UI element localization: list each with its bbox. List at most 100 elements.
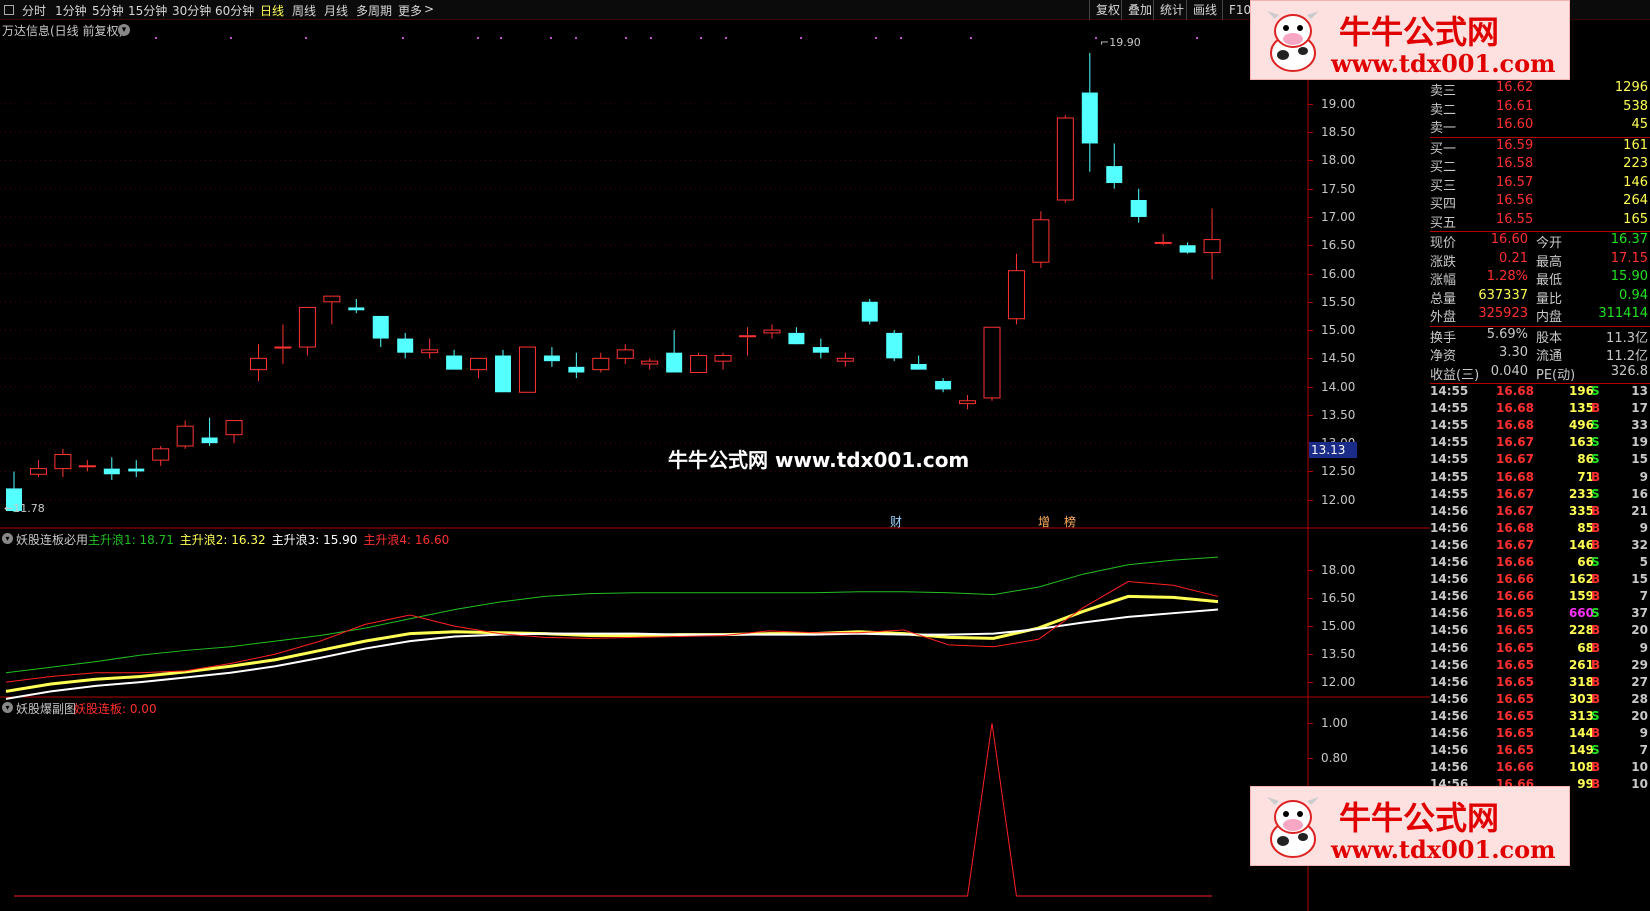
tick-count: 15 xyxy=(1631,452,1648,467)
period-tab-10[interactable]: 更多 xyxy=(398,2,422,19)
candle-body xyxy=(910,364,927,370)
bid-row[interactable]: 买一 16.59 161 xyxy=(1430,138,1650,157)
bid-row[interactable]: 买二 16.58 223 xyxy=(1430,156,1650,175)
period-tab-2[interactable]: 5分钟 xyxy=(92,2,124,19)
ask-row[interactable]: 卖二 16.61 538 xyxy=(1430,99,1650,118)
indicator1-y-tick: 13.50 xyxy=(1321,647,1356,662)
tick-side: S xyxy=(1591,606,1600,621)
tick-count: 5 xyxy=(1639,555,1648,569)
low-price-marker: ←11.78 xyxy=(4,502,45,515)
watermark-bottom-url: www.tdx001.com xyxy=(1331,835,1556,864)
toolbar-menu-icon[interactable] xyxy=(4,5,14,15)
ask-price: 16.62 xyxy=(1496,80,1534,95)
main-y-tick: 17.50 xyxy=(1321,181,1356,196)
candle-body xyxy=(1179,245,1196,253)
quote-label: 最低 xyxy=(1536,273,1563,288)
event-marker-finance[interactable]: 财 xyxy=(890,513,902,530)
top-dot-marker xyxy=(725,37,727,39)
tick-time: 14:56 xyxy=(1430,760,1469,775)
tick-count: 27 xyxy=(1631,674,1648,689)
ask-price: 16.60 xyxy=(1496,117,1534,132)
tick-time: 14:56 xyxy=(1430,743,1469,758)
candle-body xyxy=(250,357,267,371)
candle-body xyxy=(495,355,511,393)
tick-count: 7 xyxy=(1639,743,1648,758)
bid-row[interactable]: 买四 16.56 264 xyxy=(1430,193,1650,212)
tick-count: 37 xyxy=(1631,606,1648,621)
axis-tick xyxy=(1308,216,1313,218)
indicator1-y-tick: 12.00 xyxy=(1321,675,1356,690)
quote-row: 涨跌 0.21 最高 17.15 xyxy=(1430,250,1650,270)
tick-count: 28 xyxy=(1631,691,1648,706)
tick-price: 16.67 xyxy=(1496,452,1534,467)
axis-tick xyxy=(1308,132,1313,134)
fundamental-row: 换手 5.69% 股本 11.3亿 xyxy=(1430,327,1650,346)
period-tab-3[interactable]: 15分钟 xyxy=(128,2,167,19)
quote-label: 涨幅 xyxy=(1430,273,1457,288)
tick-count: 9 xyxy=(1639,469,1648,484)
indicator1-line xyxy=(5,581,1219,683)
candle-body xyxy=(446,355,463,370)
low-price-value: 11.78 xyxy=(13,502,45,515)
top-dot-marker xyxy=(625,37,627,39)
trade-tick-row: 14:55 16.68 196 S 13 xyxy=(1430,384,1650,402)
toolbar-button-3[interactable]: 画线 xyxy=(1186,0,1223,20)
bid-volume: 223 xyxy=(1623,156,1648,171)
quote-value: 17.15 xyxy=(1610,250,1648,266)
top-dot-marker xyxy=(230,37,232,39)
fundamental-label: 收益(三) xyxy=(1430,367,1480,383)
event-marker-list[interactable]: 榜 xyxy=(1064,513,1076,530)
tick-side: B xyxy=(1591,760,1601,775)
candle-body xyxy=(886,332,903,359)
tick-time: 14:55 xyxy=(1430,486,1469,501)
indicator2-line xyxy=(14,723,1213,897)
top-dot-marker xyxy=(305,37,307,39)
tick-count: 10 xyxy=(1631,777,1648,792)
event-marker-increase[interactable]: 增 xyxy=(1038,513,1050,530)
more-chevron-icon[interactable]: > xyxy=(424,2,434,16)
tick-time: 14:56 xyxy=(1430,503,1469,518)
period-tab-8[interactable]: 月线 xyxy=(324,2,348,19)
tick-count: 21 xyxy=(1631,503,1648,518)
toolbar-button-2[interactable]: 统计 xyxy=(1153,0,1190,20)
ask-row[interactable]: 卖一 16.60 45 xyxy=(1430,117,1650,136)
bid-row[interactable]: 买三 16.57 146 xyxy=(1430,175,1650,194)
tick-price: 16.65 xyxy=(1496,623,1534,638)
tick-price: 16.65 xyxy=(1496,691,1534,706)
main-y-tick: 16.50 xyxy=(1321,238,1356,253)
quote-value: 0.94 xyxy=(1619,287,1648,303)
trade-tick-row: 14:56 16.65 68 B 9 xyxy=(1430,641,1650,659)
tick-side: S xyxy=(1591,743,1600,758)
top-dot-marker xyxy=(700,37,702,39)
period-tab-4[interactable]: 30分钟 xyxy=(172,2,211,19)
current-price-tag: 13.13 xyxy=(1309,442,1357,458)
tick-side: S xyxy=(1591,452,1600,467)
period-tab-9[interactable]: 多周期 xyxy=(356,2,392,19)
indicator1-dropdown-icon[interactable]: ▾ xyxy=(2,533,13,544)
bid-row[interactable]: 买五 16.55 165 xyxy=(1430,212,1650,231)
tick-count: 20 xyxy=(1631,708,1648,723)
main-y-tick: 12.00 xyxy=(1321,492,1356,507)
candle-body xyxy=(641,360,659,365)
period-tab-5[interactable]: 60分钟 xyxy=(215,2,254,19)
candle-body xyxy=(836,357,854,362)
center-watermark: 牛牛公式网 www.tdx001.com xyxy=(668,448,970,472)
trade-tick-row: 14:56 16.66 108 B 10 xyxy=(1430,760,1650,778)
period-tab-1[interactable]: 1分钟 xyxy=(55,2,87,19)
candle-body xyxy=(592,357,610,371)
indicator1-y-tick: 16.50 xyxy=(1321,591,1356,606)
period-tab-7[interactable]: 周线 xyxy=(292,2,316,19)
top-dot-marker xyxy=(1196,37,1198,39)
indicator2-dropdown-icon[interactable]: ▾ xyxy=(2,702,13,713)
quote-label: 总量 xyxy=(1430,291,1457,307)
tick-price: 16.66 xyxy=(1496,555,1534,569)
axis-tick xyxy=(1308,654,1313,656)
tick-side: S xyxy=(1591,555,1600,569)
tick-count: 9 xyxy=(1639,640,1648,655)
tick-time: 14:55 xyxy=(1430,418,1469,433)
top-dot-marker xyxy=(477,37,479,39)
ask-row[interactable]: 卖三 16.62 1296 xyxy=(1430,80,1650,99)
period-tab-0[interactable]: 分时 xyxy=(22,2,46,19)
tick-time: 14:56 xyxy=(1430,726,1469,740)
period-tab-6[interactable]: 日线 xyxy=(260,2,284,19)
